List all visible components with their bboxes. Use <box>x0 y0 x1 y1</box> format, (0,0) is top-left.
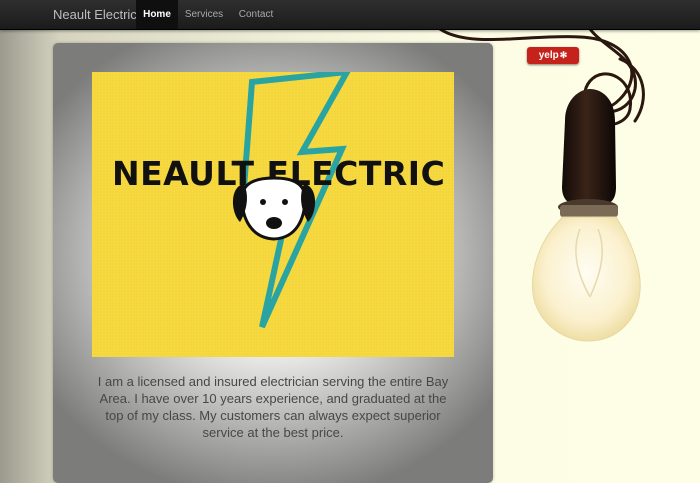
yelp-burst-icon: ✻ <box>559 50 568 60</box>
nav-contact[interactable]: Contact <box>235 0 277 29</box>
yelp-label: yelp <box>538 50 559 61</box>
nav-home[interactable]: Home <box>136 0 178 29</box>
yelp-badge[interactable]: yelp✻ <box>527 47 579 64</box>
nav-services[interactable]: Services <box>181 0 227 29</box>
top-navbar: Neault Electric Home Services Contact <box>0 0 700 30</box>
hero-panel: NEAULT ELECTRIC I am a licensed and insu… <box>53 43 493 483</box>
brand-link[interactable]: Neault Electric <box>53 0 137 29</box>
company-logo: NEAULT ELECTRIC <box>92 72 454 357</box>
dog-face-icon <box>232 176 316 241</box>
intro-paragraph: I am a licensed and insured electrician … <box>97 374 449 440</box>
